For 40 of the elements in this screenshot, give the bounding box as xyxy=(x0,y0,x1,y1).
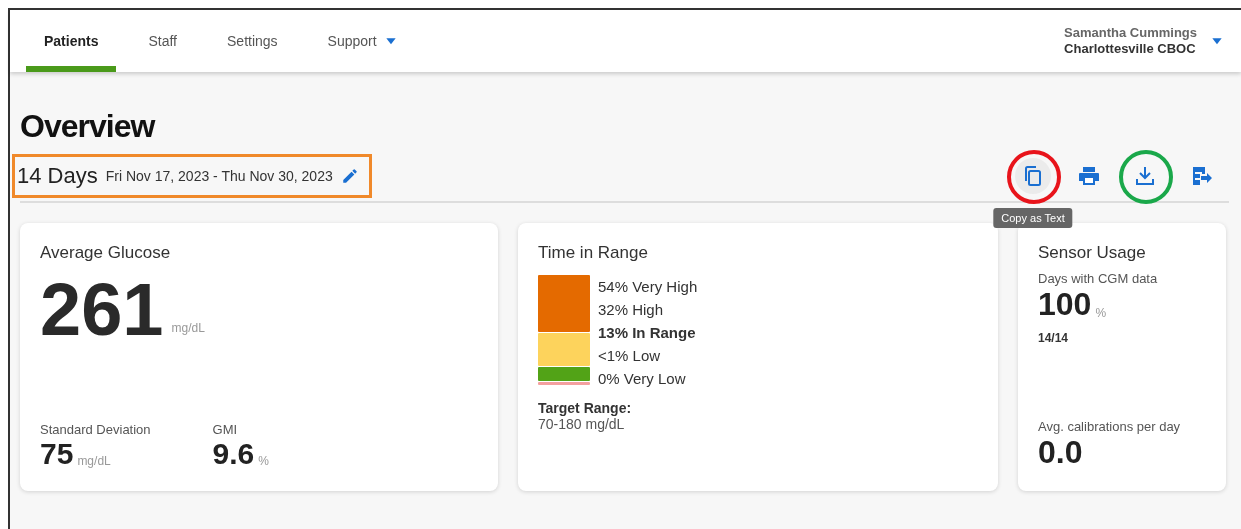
card-title: Sensor Usage xyxy=(1038,243,1147,263)
copy-button[interactable] xyxy=(1015,158,1051,194)
edit-button[interactable] xyxy=(340,167,359,185)
range-label: 32% High xyxy=(598,300,665,320)
unit-label: mg/dL xyxy=(77,454,111,468)
page-title: Overview xyxy=(20,108,156,145)
nav-tab[interactable]: Support xyxy=(309,10,417,72)
unit-label: % xyxy=(1095,306,1107,320)
pencil-icon xyxy=(340,167,359,185)
target-range-value: 70-180 mg/dL xyxy=(538,416,626,432)
nav-tab[interactable]: Staff xyxy=(130,10,195,72)
nav-tab[interactable]: Settings xyxy=(209,10,296,72)
download-icon xyxy=(1133,164,1157,188)
card-title: Average Glucose xyxy=(40,243,172,263)
stat-value: 0.0 xyxy=(1038,434,1084,471)
stat-label: GMI xyxy=(212,422,239,437)
unit-label: % xyxy=(258,454,269,468)
nav-tab[interactable]: Patients xyxy=(26,10,117,72)
stat-label: Days with CGM data xyxy=(1038,271,1159,286)
day-count: 14/14 xyxy=(1038,331,1070,345)
stat-value: 9.6 xyxy=(212,437,255,471)
stat-label: Avg. calibrations per day xyxy=(1038,419,1182,434)
print-icon xyxy=(1077,164,1101,188)
user-menu[interactable]: Samantha Cummings Charlottesville CBOC xyxy=(1064,25,1225,57)
stat-label: Standard Deviation xyxy=(40,422,151,437)
range-label: 0% Very Low xyxy=(598,369,687,389)
range-label: 54% Very High xyxy=(598,277,698,297)
target-range-label: Target Range: xyxy=(538,400,633,416)
clinic-name: Charlottesville CBOC xyxy=(1064,41,1197,57)
range-label: <1% Low xyxy=(598,346,662,366)
tooltip: Copy as Text xyxy=(993,208,1073,228)
stat-value: 75 xyxy=(40,437,74,471)
unit-label: mg/dL xyxy=(171,321,205,335)
period-length: 14 Days xyxy=(17,163,98,189)
stat-value: 100 xyxy=(1038,286,1092,323)
card-title: Time in Range xyxy=(538,243,649,263)
user-name: Samantha Cummings xyxy=(1064,25,1197,41)
date-range-text: Fri Nov 17, 2023 - Thu Nov 30, 2023 xyxy=(105,168,333,184)
glucose-value: 261 xyxy=(40,271,164,349)
range-label: 13% In Range xyxy=(598,323,697,343)
